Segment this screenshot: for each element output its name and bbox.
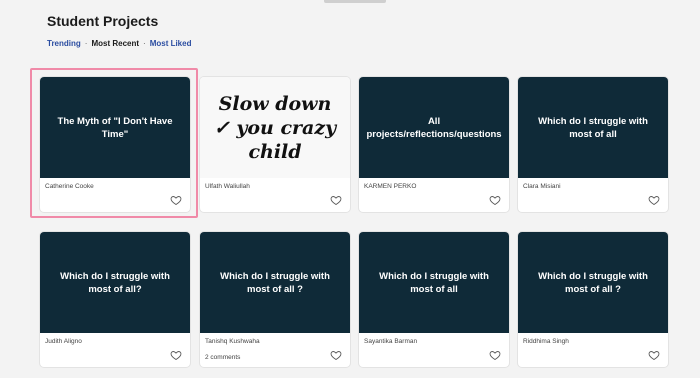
project-card[interactable]: The Myth of "I Don't Have Time" Catherin… <box>40 77 190 212</box>
project-thumbnail-text: All projects/reflections/questions <box>366 115 502 140</box>
project-card[interactable]: Which do I struggle with most of all? Ju… <box>40 232 190 367</box>
project-thumbnail-text: Which do I struggle with most of all <box>379 270 489 295</box>
project-thumbnail[interactable]: Which do I struggle with most of all ? <box>200 232 350 333</box>
project-thumbnail[interactable]: Slow down ✓ you crazy child <box>200 77 350 178</box>
heart-icon[interactable] <box>489 194 501 206</box>
heart-icon[interactable] <box>648 194 660 206</box>
project-author[interactable]: Catherine Cooke <box>45 183 94 190</box>
heart-icon[interactable] <box>170 349 182 361</box>
project-thumbnail-text: Which do I struggle with most of all ? <box>220 270 330 295</box>
project-thumbnail[interactable]: Which do I struggle with most of all? <box>40 232 190 333</box>
project-thumbnail[interactable]: Which do I struggle with most of all <box>359 232 509 333</box>
project-author[interactable]: Tanishq Kushwaha <box>205 338 260 345</box>
project-thumbnail-text: Which do I struggle with most of all ? <box>538 270 648 295</box>
project-thumbnail[interactable]: All projects/reflections/questions <box>359 77 509 178</box>
project-card[interactable]: Which do I struggle with most of all Say… <box>359 232 509 367</box>
project-thumbnail[interactable]: The Myth of "I Don't Have Time" <box>40 77 190 178</box>
project-author[interactable]: KARMEN PERKO <box>364 183 416 190</box>
project-thumbnail[interactable]: Which do I struggle with most of all ? <box>518 232 668 333</box>
project-card[interactable]: Which do I struggle with most of all ? T… <box>200 232 350 367</box>
project-thumbnail-text: Slow down ✓ you crazy child <box>213 92 337 163</box>
project-author[interactable]: Ulfath Waliullah <box>205 183 250 190</box>
project-grid: The Myth of "I Don't Have Time" Catherin… <box>0 0 700 378</box>
project-thumbnail[interactable]: Which do I struggle with most of all <box>518 77 668 178</box>
project-author[interactable]: Clara Misiani <box>523 183 561 190</box>
project-thumbnail-text: Which do I struggle with most of all? <box>60 270 170 295</box>
project-card[interactable]: Which do I struggle with most of all Cla… <box>518 77 668 212</box>
comment-count[interactable]: 2 comments <box>205 354 240 361</box>
project-author[interactable]: Judith Aligno <box>45 338 82 345</box>
project-thumbnail-text: The Myth of "I Don't Have Time" <box>57 115 173 140</box>
project-thumbnail-text: Which do I struggle with most of all <box>538 115 648 140</box>
heart-icon[interactable] <box>648 349 660 361</box>
heart-icon[interactable] <box>330 194 342 206</box>
heart-icon[interactable] <box>330 349 342 361</box>
project-author[interactable]: Riddhima Singh <box>523 338 569 345</box>
heart-icon[interactable] <box>489 349 501 361</box>
project-card[interactable]: All projects/reflections/questions KARME… <box>359 77 509 212</box>
heart-icon[interactable] <box>170 194 182 206</box>
project-card[interactable]: Which do I struggle with most of all ? R… <box>518 232 668 367</box>
project-card[interactable]: Slow down ✓ you crazy child Ulfath Waliu… <box>200 77 350 212</box>
project-author[interactable]: Sayantika Barman <box>364 338 417 345</box>
